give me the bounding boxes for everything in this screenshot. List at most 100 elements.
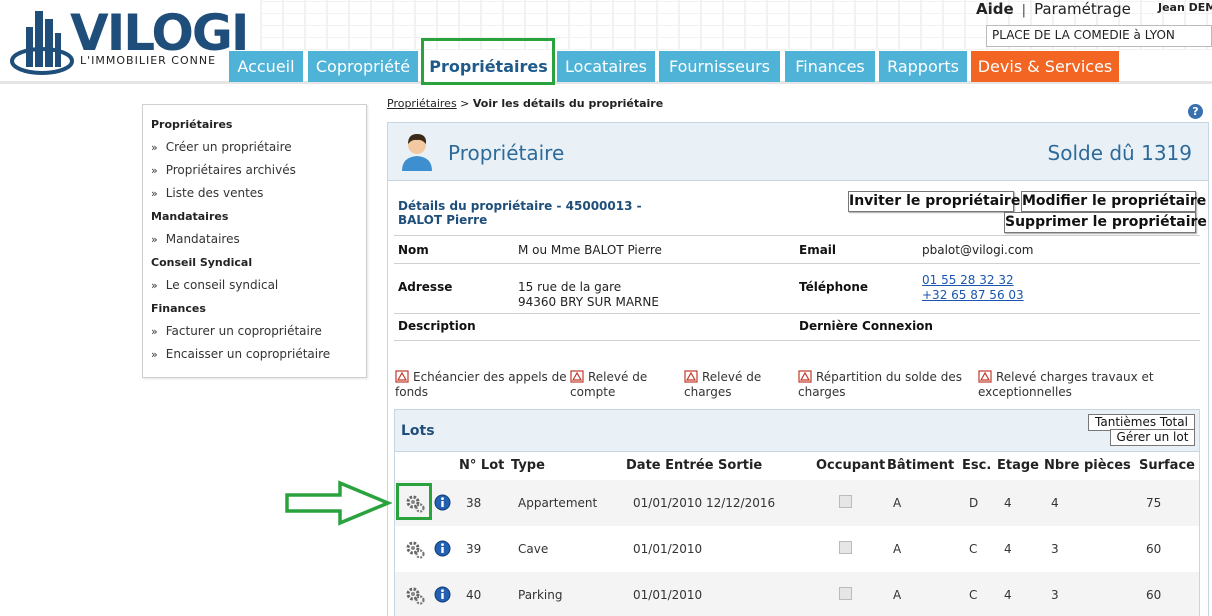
sidebar-item-encaisser[interactable]: » Encaisser un copropriétaire: [151, 343, 366, 366]
doc-travaux-link[interactable]: Relevé charges travaux et exceptionnelle…: [978, 370, 1168, 400]
doc-label: Echéancier des appels de fonds: [395, 370, 567, 399]
telephone-label: Téléphone: [799, 280, 869, 294]
cell-num-lot: 39: [466, 542, 482, 556]
cell-type: Appartement: [518, 496, 598, 510]
sidebar-section-title: Mandataires: [151, 210, 229, 223]
col-header-occupant[interactable]: Occupant: [816, 458, 885, 473]
col-header-type[interactable]: Type: [511, 458, 545, 473]
invite-owner-button[interactable]: Inviter le propriétaire: [848, 191, 1020, 212]
adresse-label: Adresse: [398, 280, 453, 294]
sidebar-item-label: Le conseil syndical: [165, 278, 279, 292]
occupant-checkbox[interactable]: [839, 541, 852, 554]
sidebar: Propriétaires » Créer un propriétaire » Pr…: [142, 104, 367, 378]
tab-copropriete[interactable]: Copropriété: [308, 51, 418, 82]
breadcrumb: Propriétaires > Voir les détails du prop…: [387, 97, 663, 110]
email-value: pbalot@vilogi.com: [922, 243, 1034, 257]
telephone-1-link[interactable]: 01 55 28 32 32: [922, 273, 1014, 288]
occupant-checkbox[interactable]: [839, 495, 852, 508]
doc-echeancier-link[interactable]: Echéancier des appels de fonds: [395, 370, 567, 400]
details-title: Détails du propriétaire - 45000013 - BAL…: [398, 199, 642, 227]
col-header-num-lot[interactable]: N° Lot: [459, 458, 504, 473]
delete-owner-button[interactable]: Supprimer le propriétaire: [1004, 212, 1207, 233]
col-header-esc[interactable]: Esc.: [962, 458, 991, 473]
doc-repartition-link[interactable]: Répartition du solde des charges: [798, 370, 968, 400]
info-row-nom: Nom M ou Mme BALOT Pierre Email pbalot@v…: [394, 235, 1200, 264]
help-link[interactable]: Aide: [976, 0, 1014, 18]
cell-num-lot: 40: [466, 588, 482, 602]
derniere-connexion-label: Dernière Connexion: [799, 319, 933, 333]
sidebar-section-title: Propriétaires: [151, 118, 233, 131]
pdf-icon: [978, 370, 992, 383]
tab-rapports[interactable]: Rapports: [879, 51, 967, 82]
cell-surface: 60: [1146, 588, 1162, 602]
sidebar-item-mandataires[interactable]: » Mandataires: [151, 228, 366, 251]
top-links-separator: |: [1021, 3, 1027, 18]
residence-select[interactable]: PLACE DE LA COMEDIE à LYON: [986, 25, 1212, 47]
description-label: Description: [398, 319, 476, 333]
tab-locataires[interactable]: Locataires: [557, 51, 655, 82]
edit-owner-button[interactable]: Modifier le propriétaire: [1021, 191, 1206, 212]
doc-releve-charges-link[interactable]: Relevé de charges: [684, 370, 784, 400]
col-header-pieces[interactable]: Nbre pièces: [1044, 458, 1131, 473]
tab-devis-services[interactable]: Devis & Services: [971, 51, 1119, 82]
cell-num-lot: 38: [466, 496, 482, 510]
gear-icon[interactable]: [405, 585, 426, 606]
sidebar-item-proprietaires-archives[interactable]: » Propriétaires archivés: [151, 159, 366, 182]
settings-link[interactable]: Paramétrage: [1034, 0, 1131, 18]
cell-surface: 60: [1146, 542, 1162, 556]
lots-title: Lots: [401, 423, 435, 439]
tab-accueil[interactable]: Accueil: [229, 51, 303, 82]
cell-dates: 01/01/2010: [633, 588, 703, 602]
sidebar-item-label: Liste des ventes: [165, 186, 264, 200]
breadcrumb-separator: >: [456, 97, 473, 110]
panel-title: Propriétaire: [448, 141, 565, 165]
cell-etage: 4: [1004, 542, 1012, 556]
cell-batiment: A: [893, 588, 902, 602]
sidebar-item-conseil-syndical[interactable]: » Le conseil syndical: [151, 274, 366, 297]
highlight-box-gear: [396, 483, 432, 520]
cell-type: Cave: [518, 542, 549, 556]
col-header-etage[interactable]: Etage: [997, 458, 1039, 473]
occupant-checkbox[interactable]: [839, 587, 852, 600]
cell-esc: D: [969, 496, 979, 510]
col-header-dates[interactable]: Date Entrée Sortie: [626, 458, 762, 473]
table-row: 40 Parking 01/01/2010 A C 4 3 60: [395, 572, 1199, 616]
sidebar-item-creer-proprietaire[interactable]: » Créer un propriétaire: [151, 136, 366, 159]
gerer-lot-button[interactable]: Gérer un lot: [1110, 429, 1195, 446]
breadcrumb-link-proprietaires[interactable]: Propriétaires: [387, 97, 457, 110]
cell-dates: 01/01/2010: [633, 542, 703, 556]
cell-batiment: A: [893, 496, 902, 510]
cell-etage: 4: [1004, 588, 1012, 602]
person-avatar-icon: [402, 134, 432, 171]
user-name[interactable]: Jean DEM: [1158, 1, 1212, 14]
table-row: 39 Cave 01/01/2010 A C 4 3 60: [395, 526, 1199, 572]
table-row: 38 Appartement 01/01/2010 12/12/2016 A D…: [395, 480, 1199, 526]
chevron-right-icon: »: [151, 164, 158, 177]
sidebar-item-label: Créer un propriétaire: [165, 140, 292, 154]
chevron-right-icon: »: [151, 141, 158, 154]
tab-fournisseurs[interactable]: Fournisseurs: [659, 51, 780, 82]
pdf-icon: [798, 370, 812, 383]
help-icon[interactable]: ?: [1188, 104, 1203, 119]
info-icon[interactable]: [434, 494, 451, 511]
chevron-right-icon: »: [151, 348, 158, 361]
info-icon[interactable]: [434, 540, 451, 557]
sidebar-item-facturer[interactable]: » Facturer un copropriétaire: [151, 320, 366, 343]
adresse-line1: 15 rue de la gare: [518, 280, 622, 294]
cell-etage: 4: [1004, 496, 1012, 510]
header: VILOGI L'IMMOBILIER CONNE Aide | Paramétra…: [0, 0, 1212, 84]
pdf-icon: [395, 370, 409, 383]
nom-label: Nom: [398, 243, 429, 257]
email-label: Email: [799, 243, 837, 257]
col-header-surface[interactable]: Surface: [1139, 458, 1195, 473]
doc-releve-compte-link[interactable]: Relevé de compte: [570, 370, 670, 400]
cell-esc: C: [969, 542, 978, 556]
tab-finances[interactable]: Finances: [785, 51, 875, 82]
sidebar-item-liste-ventes[interactable]: » Liste des ventes: [151, 182, 366, 205]
telephone-2-link[interactable]: +32 65 87 56 03: [922, 288, 1024, 303]
info-icon[interactable]: [434, 586, 451, 603]
gear-icon[interactable]: [405, 539, 426, 560]
col-header-batiment[interactable]: Bâtiment: [887, 458, 954, 473]
chevron-right-icon: »: [151, 279, 158, 292]
breadcrumb-current: Voir les détails du propriétaire: [472, 97, 664, 110]
